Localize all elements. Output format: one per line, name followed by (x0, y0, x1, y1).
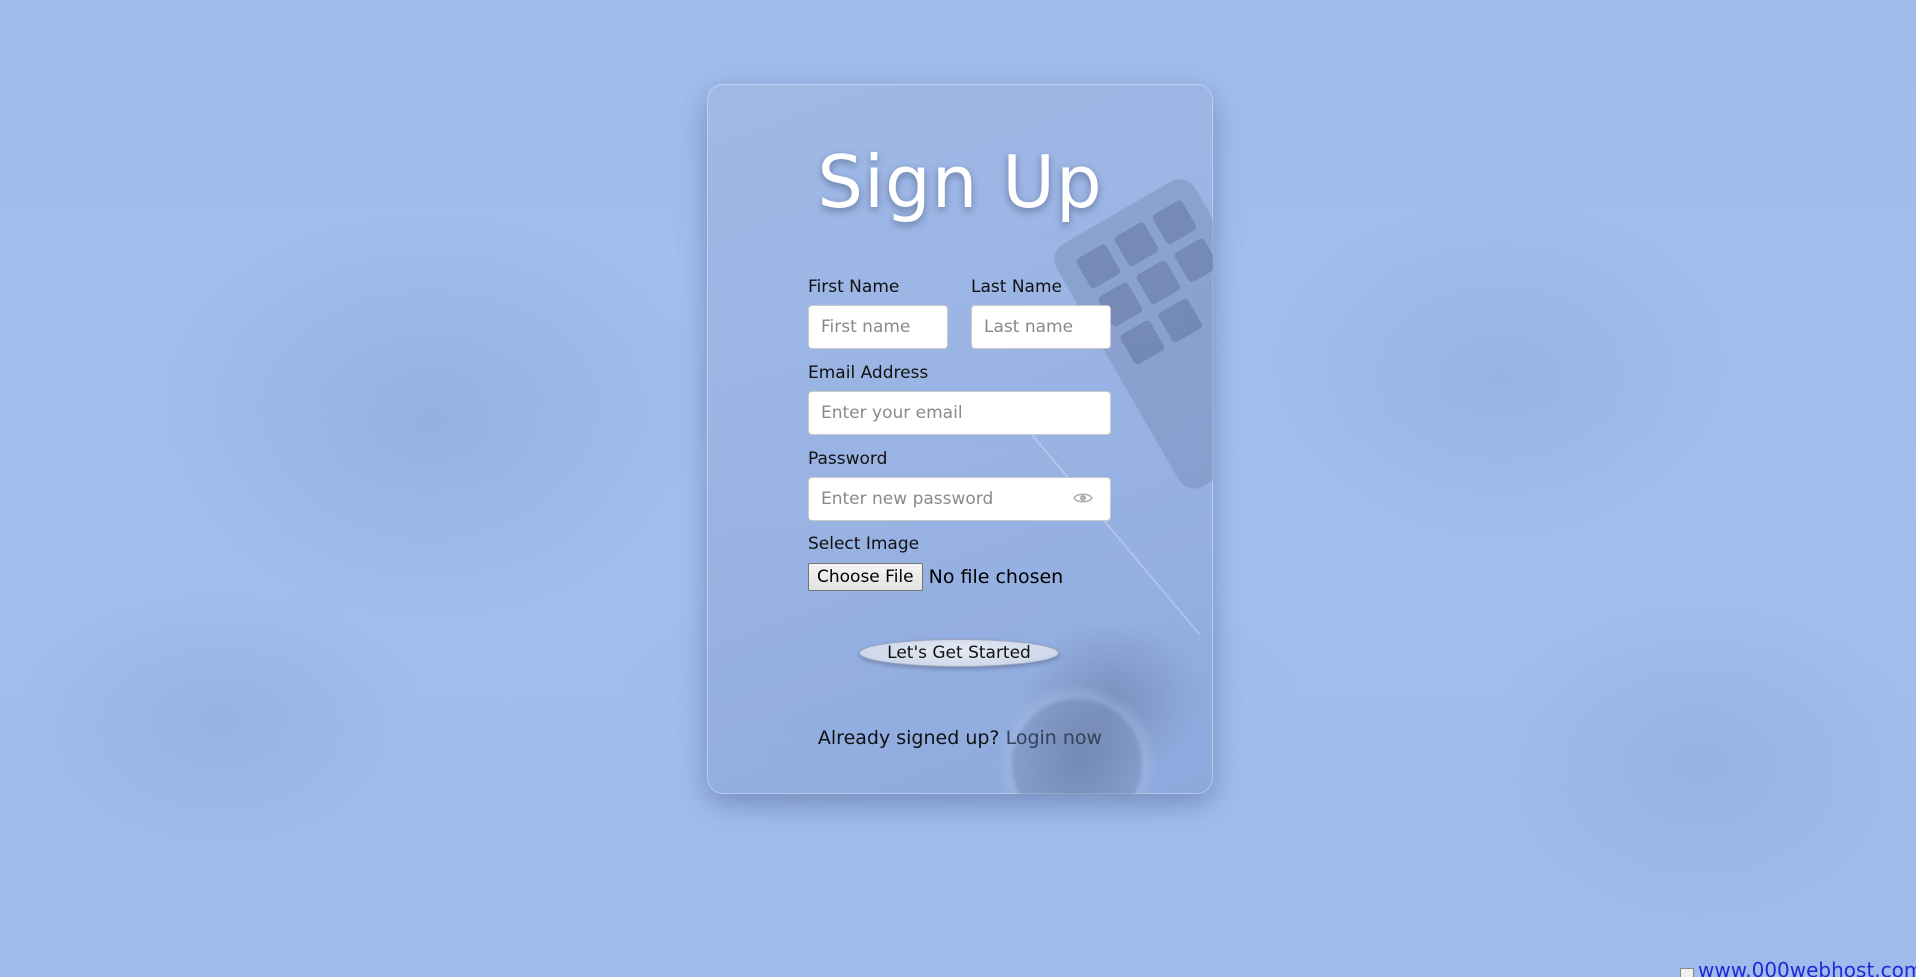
login-now-link[interactable]: Login now (1006, 727, 1103, 749)
last-name-label: Last Name (971, 277, 1062, 297)
password-label: Password (808, 449, 888, 469)
get-started-button[interactable]: Let's Get Started (859, 639, 1059, 667)
email-label: Email Address (808, 363, 929, 383)
first-name-label: First Name (808, 277, 900, 297)
file-picker: Choose File No file chosen (808, 563, 1063, 591)
first-name-input[interactable] (808, 305, 948, 349)
select-image-label: Select Image (808, 534, 920, 554)
signup-card: Sign Up First Name Last Name Email Addre… (707, 84, 1213, 794)
login-prompt: Already signed up? Login now (707, 727, 1213, 749)
page-title: Sign Up (817, 140, 1103, 224)
host-badge-image (1680, 968, 1694, 977)
eye-icon[interactable] (1073, 491, 1093, 505)
host-badge-link[interactable]: www.000webhost.com (1698, 958, 1916, 977)
login-prompt-text: Already signed up? (817, 727, 1006, 749)
email-input[interactable] (808, 391, 1111, 435)
file-status-text: No file chosen (928, 566, 1064, 588)
choose-file-button[interactable]: Choose File (808, 563, 923, 591)
password-input[interactable] (808, 477, 1111, 521)
last-name-input[interactable] (971, 305, 1111, 349)
host-badge[interactable]: www.000webhost.com (1680, 958, 1916, 977)
